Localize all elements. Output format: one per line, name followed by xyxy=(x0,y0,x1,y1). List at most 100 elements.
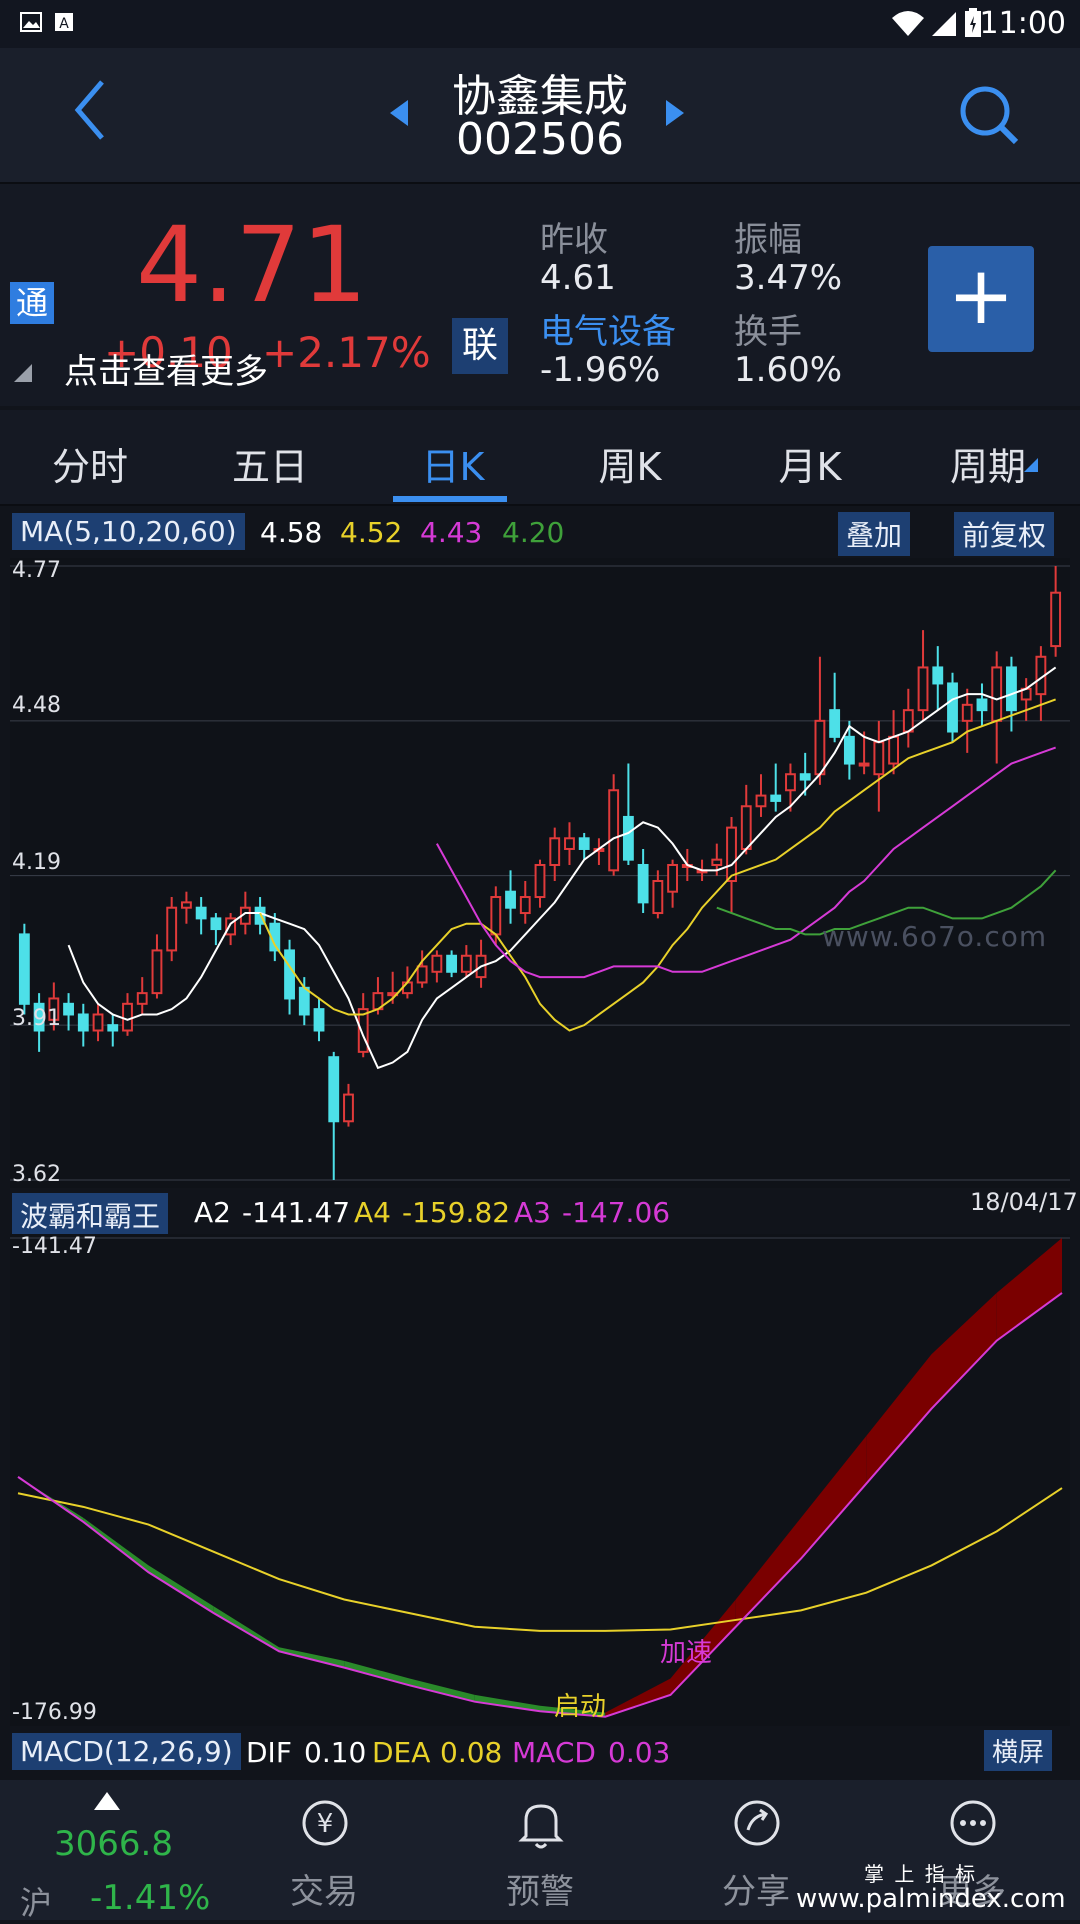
annotation-start: 启动 xyxy=(554,1692,607,1722)
dea-value: 0.08 xyxy=(440,1736,503,1769)
overlay-button[interactable]: 叠加 xyxy=(838,512,911,556)
candle xyxy=(166,897,178,962)
candle-body xyxy=(961,703,973,722)
candle xyxy=(873,720,885,812)
candle-body xyxy=(932,666,944,685)
a2-value: -141.47 xyxy=(242,1196,351,1229)
index-value[interactable]: 3066.8 xyxy=(54,1824,173,1864)
nav-trade[interactable]: ¥ 交易 xyxy=(244,1796,404,1916)
price-axis-tick: 4.19 xyxy=(12,850,61,875)
candle xyxy=(932,646,944,711)
candle-body xyxy=(519,896,531,915)
candle-body xyxy=(284,949,295,1000)
candle xyxy=(578,832,590,860)
ma-label: MA(5,10,20,60) xyxy=(12,513,245,550)
candle xyxy=(122,993,133,1036)
macd-label[interactable]: MACD(12,26,9) xyxy=(12,1733,241,1770)
more-dots-icon xyxy=(950,1800,996,1846)
a2-label: A2 xyxy=(194,1196,231,1229)
status-bar: A 11:00 xyxy=(0,0,1080,48)
candle-body xyxy=(549,837,561,866)
candle xyxy=(947,672,958,743)
indicator-chart-area[interactable] xyxy=(10,1234,1070,1726)
candle xyxy=(18,923,30,1015)
ma10-value: 4.52 xyxy=(340,516,403,549)
svg-text:¥: ¥ xyxy=(317,1809,334,1839)
indicator-axis-bottom: -176.99 xyxy=(12,1700,97,1725)
candle xyxy=(770,763,782,812)
landscape-button[interactable]: 横屏 xyxy=(984,1730,1053,1771)
candle xyxy=(652,870,664,919)
candle-body xyxy=(122,1002,133,1032)
candle xyxy=(446,950,458,978)
nav-alert[interactable]: 预警 xyxy=(460,1796,620,1916)
tab-daily-k[interactable]: 日K xyxy=(383,436,523,491)
index-up-arrow-icon xyxy=(94,1792,120,1810)
turnover-value: 1.60% xyxy=(734,350,843,390)
candle xyxy=(357,993,369,1058)
dea-label: DEA xyxy=(372,1736,431,1769)
kline-chart-area[interactable] xyxy=(10,558,1070,1188)
annotation-accelerate: 加速 xyxy=(660,1638,713,1668)
lian-badge[interactable]: 联 xyxy=(452,318,508,374)
band-segment xyxy=(801,1435,867,1559)
tong-badge[interactable]: 通 xyxy=(10,282,54,324)
candle-body xyxy=(18,933,30,1005)
indicator-name[interactable]: 波霸和霸王 xyxy=(12,1193,169,1237)
index-change: -1.41% xyxy=(90,1878,211,1918)
candle xyxy=(284,939,295,1015)
candle-body xyxy=(416,965,428,984)
candle-body xyxy=(740,805,752,850)
candle-body xyxy=(151,949,163,995)
candle xyxy=(740,784,752,855)
tab-intraday[interactable]: 分时 xyxy=(20,436,160,491)
candle-body xyxy=(785,773,796,792)
candle-body xyxy=(622,815,634,861)
candle-body xyxy=(726,826,737,883)
turnover-label: 换手 xyxy=(734,312,802,352)
adjust-button[interactable]: 前复权 xyxy=(954,512,1055,556)
tab-monthly-k[interactable]: 月K xyxy=(740,436,880,491)
a4-label: A4 xyxy=(354,1196,391,1229)
candle xyxy=(902,688,914,748)
macd-label-text: MACD xyxy=(512,1736,596,1769)
candle xyxy=(549,827,561,882)
sector-name[interactable]: 电气设备 xyxy=(540,304,676,353)
active-tab-indicator xyxy=(393,496,507,502)
add-watchlist-button[interactable]: + xyxy=(928,246,1034,352)
candle-body xyxy=(711,858,723,866)
kline-chart xyxy=(10,565,1070,1181)
candle-body xyxy=(107,1024,119,1032)
indicator-axis-top: -141.47 xyxy=(12,1234,97,1259)
candle xyxy=(460,945,472,978)
band-segment xyxy=(996,1238,1062,1341)
candle-body xyxy=(210,917,222,931)
price-axis-tick: 4.77 xyxy=(12,558,61,583)
candle-body xyxy=(534,863,546,899)
candle xyxy=(785,763,796,812)
price-axis-tick: 3.91 xyxy=(12,1006,61,1031)
macd-value: 0.03 xyxy=(608,1736,671,1769)
candle-body xyxy=(92,1013,104,1032)
period-tabs: 分时 五日 日K 周K 月K 周期 xyxy=(0,410,1080,506)
candle xyxy=(667,859,679,908)
a4-value: -159.82 xyxy=(402,1196,511,1229)
candle-body xyxy=(505,890,516,909)
candle xyxy=(917,630,929,721)
candle-body xyxy=(814,719,826,776)
gallery-icon xyxy=(20,12,42,32)
candle xyxy=(313,998,325,1042)
chart-date: 18/04/17 xyxy=(970,1188,1078,1216)
candle-body xyxy=(858,762,870,767)
tab-five-day[interactable]: 五日 xyxy=(200,436,340,491)
candle xyxy=(92,1003,104,1042)
candle-body xyxy=(63,1002,74,1016)
more-hint[interactable]: 点击查看更多 xyxy=(64,344,268,393)
candle xyxy=(1020,678,1032,721)
nav-alert-label: 预警 xyxy=(506,1872,574,1912)
candle xyxy=(829,672,841,743)
tab-weekly-k[interactable]: 周K xyxy=(560,436,700,491)
amplitude-label: 振幅 xyxy=(734,220,802,260)
candle-body xyxy=(829,709,841,738)
share-icon xyxy=(734,1800,780,1846)
